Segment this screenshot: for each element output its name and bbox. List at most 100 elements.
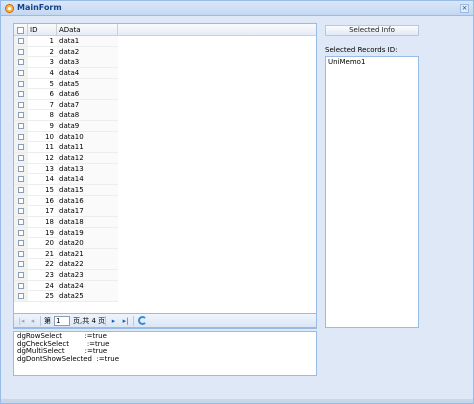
row-checkbox-cell[interactable] xyxy=(14,89,28,100)
row-checkbox[interactable] xyxy=(18,240,24,247)
table-row[interactable]: 19 data19 xyxy=(14,227,118,239)
cell-adata: data12 xyxy=(57,153,118,164)
table-row[interactable]: 3 data3 xyxy=(14,57,118,68)
cell-id: 12 xyxy=(45,154,54,163)
cell-id: 13 xyxy=(45,164,54,173)
table-row[interactable]: 7 data7 xyxy=(14,99,118,111)
table-row[interactable]: 18 data18 xyxy=(14,216,118,228)
row-checkbox-cell[interactable] xyxy=(14,67,28,78)
row-checkbox-cell[interactable] xyxy=(14,78,28,89)
row-checkbox-cell[interactable] xyxy=(14,36,28,46)
table-row[interactable]: 16 data16 xyxy=(14,195,118,207)
row-checkbox-cell[interactable] xyxy=(14,248,28,259)
table-row[interactable]: 11 data11 xyxy=(14,142,118,154)
table-row[interactable]: 8 data8 xyxy=(14,110,118,122)
table-row[interactable]: 14 data14 xyxy=(14,174,118,185)
table-row[interactable]: 6 data6 xyxy=(14,89,118,100)
row-checkbox[interactable] xyxy=(18,218,24,225)
row-checkbox[interactable] xyxy=(18,272,24,279)
table-row[interactable]: 24 data24 xyxy=(14,280,118,292)
table-row[interactable]: 20 data20 xyxy=(14,238,118,249)
row-checkbox-cell[interactable] xyxy=(14,270,28,281)
row-checkbox[interactable] xyxy=(18,293,24,300)
last-page-icon[interactable]: ▸| xyxy=(121,316,130,326)
row-checkbox[interactable] xyxy=(18,208,24,215)
cell-adata: data13 xyxy=(57,163,118,174)
row-checkbox-cell[interactable] xyxy=(14,206,28,217)
column-header-adata[interactable]: AData xyxy=(57,24,118,36)
prev-page-icon[interactable]: ◂ xyxy=(28,316,37,326)
row-checkbox[interactable] xyxy=(18,165,24,172)
row-checkbox[interactable] xyxy=(18,91,24,98)
row-checkbox[interactable] xyxy=(18,48,24,55)
table-row[interactable]: 21 data21 xyxy=(14,248,118,260)
row-checkbox[interactable] xyxy=(18,123,24,130)
cell-adata: data3 xyxy=(57,57,118,68)
row-checkbox-cell[interactable] xyxy=(14,46,28,57)
select-all-checkbox-cell[interactable] xyxy=(14,24,28,36)
title-bar[interactable]: MainForm × xyxy=(1,1,473,16)
row-checkbox[interactable] xyxy=(18,186,24,193)
column-header-id[interactable]: ID xyxy=(28,24,57,36)
table-row[interactable]: 17 data17 xyxy=(14,206,118,217)
cell-adata: data2 xyxy=(57,46,118,57)
row-checkbox-cell[interactable] xyxy=(14,227,28,238)
row-checkbox[interactable] xyxy=(18,80,24,87)
options-memo[interactable]: dgRowSelect :=true dgCheckSelect :=true … xyxy=(13,331,317,376)
table-row[interactable]: 4 data4 xyxy=(14,67,118,79)
table-row[interactable]: 12 data12 xyxy=(14,153,118,164)
close-icon[interactable]: × xyxy=(460,4,469,13)
row-checkbox[interactable] xyxy=(18,144,24,151)
row-checkbox-cell[interactable] xyxy=(14,57,28,68)
row-checkbox-cell[interactable] xyxy=(14,259,28,270)
selected-info-button[interactable]: Selected Info xyxy=(325,25,419,36)
row-checkbox-cell[interactable] xyxy=(14,142,28,153)
row-checkbox-cell[interactable] xyxy=(14,174,28,185)
table-row[interactable]: 5 data5 xyxy=(14,78,118,90)
row-checkbox-cell[interactable] xyxy=(14,153,28,164)
selected-records-memo[interactable]: UniMemo1 xyxy=(325,56,419,328)
row-checkbox-cell[interactable] xyxy=(14,121,28,132)
row-checkbox-cell[interactable] xyxy=(14,238,28,249)
row-checkbox[interactable] xyxy=(18,101,24,108)
table-row[interactable]: 22 data22 xyxy=(14,259,118,271)
row-checkbox[interactable] xyxy=(18,133,24,140)
row-checkbox[interactable] xyxy=(18,197,24,204)
row-checkbox-cell[interactable] xyxy=(14,184,28,195)
row-checkbox[interactable] xyxy=(18,250,24,257)
row-checkbox[interactable] xyxy=(18,261,24,268)
row-checkbox[interactable] xyxy=(18,229,24,236)
row-checkbox-cell[interactable] xyxy=(14,216,28,227)
row-checkbox[interactable] xyxy=(18,155,24,162)
refresh-icon[interactable] xyxy=(138,316,147,325)
table-row[interactable]: 2 data2 xyxy=(14,46,118,58)
row-checkbox-cell[interactable] xyxy=(14,291,28,302)
row-checkbox-cell[interactable] xyxy=(14,110,28,121)
page-number-input[interactable] xyxy=(54,316,70,326)
table-row[interactable]: 9 data9 xyxy=(14,121,118,132)
table-row[interactable]: 15 data15 xyxy=(14,184,118,196)
first-page-icon[interactable]: |◂ xyxy=(17,316,26,326)
row-checkbox[interactable] xyxy=(18,176,24,183)
table-row[interactable]: 13 data13 xyxy=(14,163,118,175)
table-row[interactable]: 25 data25 xyxy=(14,291,118,303)
table-row[interactable]: 23 data23 xyxy=(14,270,118,281)
row-checkbox[interactable] xyxy=(18,282,24,289)
selected-records-label: Selected Records ID: xyxy=(325,46,398,54)
row-checkbox[interactable] xyxy=(18,112,24,119)
row-checkbox[interactable] xyxy=(18,38,24,44)
select-all-checkbox[interactable] xyxy=(17,26,24,34)
cell-adata: data23 xyxy=(57,270,118,281)
table-row[interactable]: 1 data1 xyxy=(14,36,118,47)
row-checkbox-cell[interactable] xyxy=(14,195,28,206)
table-row[interactable]: 10 data10 xyxy=(14,131,118,143)
option-line: dgDontShowSelected :=true xyxy=(17,354,120,363)
row-checkbox-cell[interactable] xyxy=(14,99,28,110)
next-page-icon[interactable]: ▸ xyxy=(109,316,118,326)
row-checkbox-cell[interactable] xyxy=(14,280,28,291)
data-grid[interactable]: ID AData 1 data1 2 data2 3 data3 4 data4 5 data5 6… xyxy=(13,23,317,329)
row-checkbox-cell[interactable] xyxy=(14,131,28,142)
row-checkbox[interactable] xyxy=(18,59,24,66)
row-checkbox[interactable] xyxy=(18,69,24,76)
row-checkbox-cell[interactable] xyxy=(14,163,28,174)
